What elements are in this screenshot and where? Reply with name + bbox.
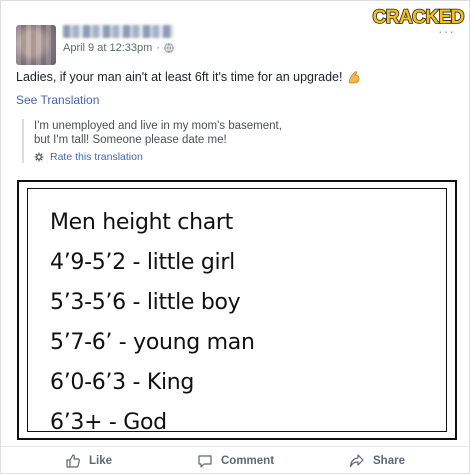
- author-avatar[interactable]: [16, 25, 56, 65]
- thumbs-up-icon: [66, 454, 80, 468]
- comment-button[interactable]: Comment: [197, 453, 274, 469]
- rate-translation[interactable]: Rate this translation: [34, 151, 322, 163]
- image-text-line: 5’3-5’6 - little boy: [50, 290, 241, 315]
- post-text-content: Ladies, if your man ain't at least 6ft i…: [16, 70, 343, 84]
- translation-block: I'm unemployed and live in my mom's base…: [22, 119, 322, 163]
- translation-line: I'm unemployed and live in my mom's base…: [34, 120, 282, 132]
- meta-separator: ·: [156, 42, 160, 54]
- flexed-arm-emoji-icon: [346, 69, 362, 85]
- post-options-button[interactable]: ···: [438, 23, 455, 39]
- author-name-blurred: [63, 25, 173, 38]
- height-chart-image: Men height chart 4’9-5’2 - little girl 5…: [27, 188, 447, 435]
- comment-bubble-icon: [198, 455, 212, 468]
- see-translation-link[interactable]: See Translation: [16, 93, 99, 107]
- share-label: Share: [373, 455, 405, 467]
- gear-icon: [34, 152, 44, 162]
- comment-label: Comment: [221, 455, 275, 467]
- author-name[interactable]: [63, 25, 173, 38]
- post-image[interactable]: Men height chart 4’9-5’2 - little girl 5…: [17, 180, 457, 440]
- share-arrow-icon: [349, 454, 364, 468]
- post-meta: April 9 at 12:33pm ·: [63, 42, 174, 54]
- facebook-post: CRACKED April 9 at 12:33pm · ··· Ladies,…: [0, 0, 470, 474]
- rate-translation-link[interactable]: Rate this translation: [50, 151, 143, 163]
- image-text-line: Men height chart: [50, 210, 233, 235]
- like-label: Like: [89, 455, 113, 467]
- globe-icon[interactable]: [164, 43, 174, 53]
- image-text-line: 5’7-6’ - young man: [50, 330, 255, 355]
- share-button[interactable]: Share: [349, 453, 405, 469]
- post-text: Ladies, if your man ain't at least 6ft i…: [16, 69, 362, 85]
- translation-line: but I'm tall! Someone please date me!: [34, 134, 227, 146]
- post-timestamp[interactable]: April 9 at 12:33pm: [63, 42, 152, 54]
- post-action-bar: Like Comment Share: [1, 446, 470, 474]
- like-button[interactable]: Like: [65, 453, 112, 469]
- image-text-line: 4’9-5’2 - little girl: [50, 250, 235, 275]
- image-text-line: 6’0-6’3 - King: [50, 370, 195, 395]
- image-text-line: 6’3+ - God: [50, 410, 167, 435]
